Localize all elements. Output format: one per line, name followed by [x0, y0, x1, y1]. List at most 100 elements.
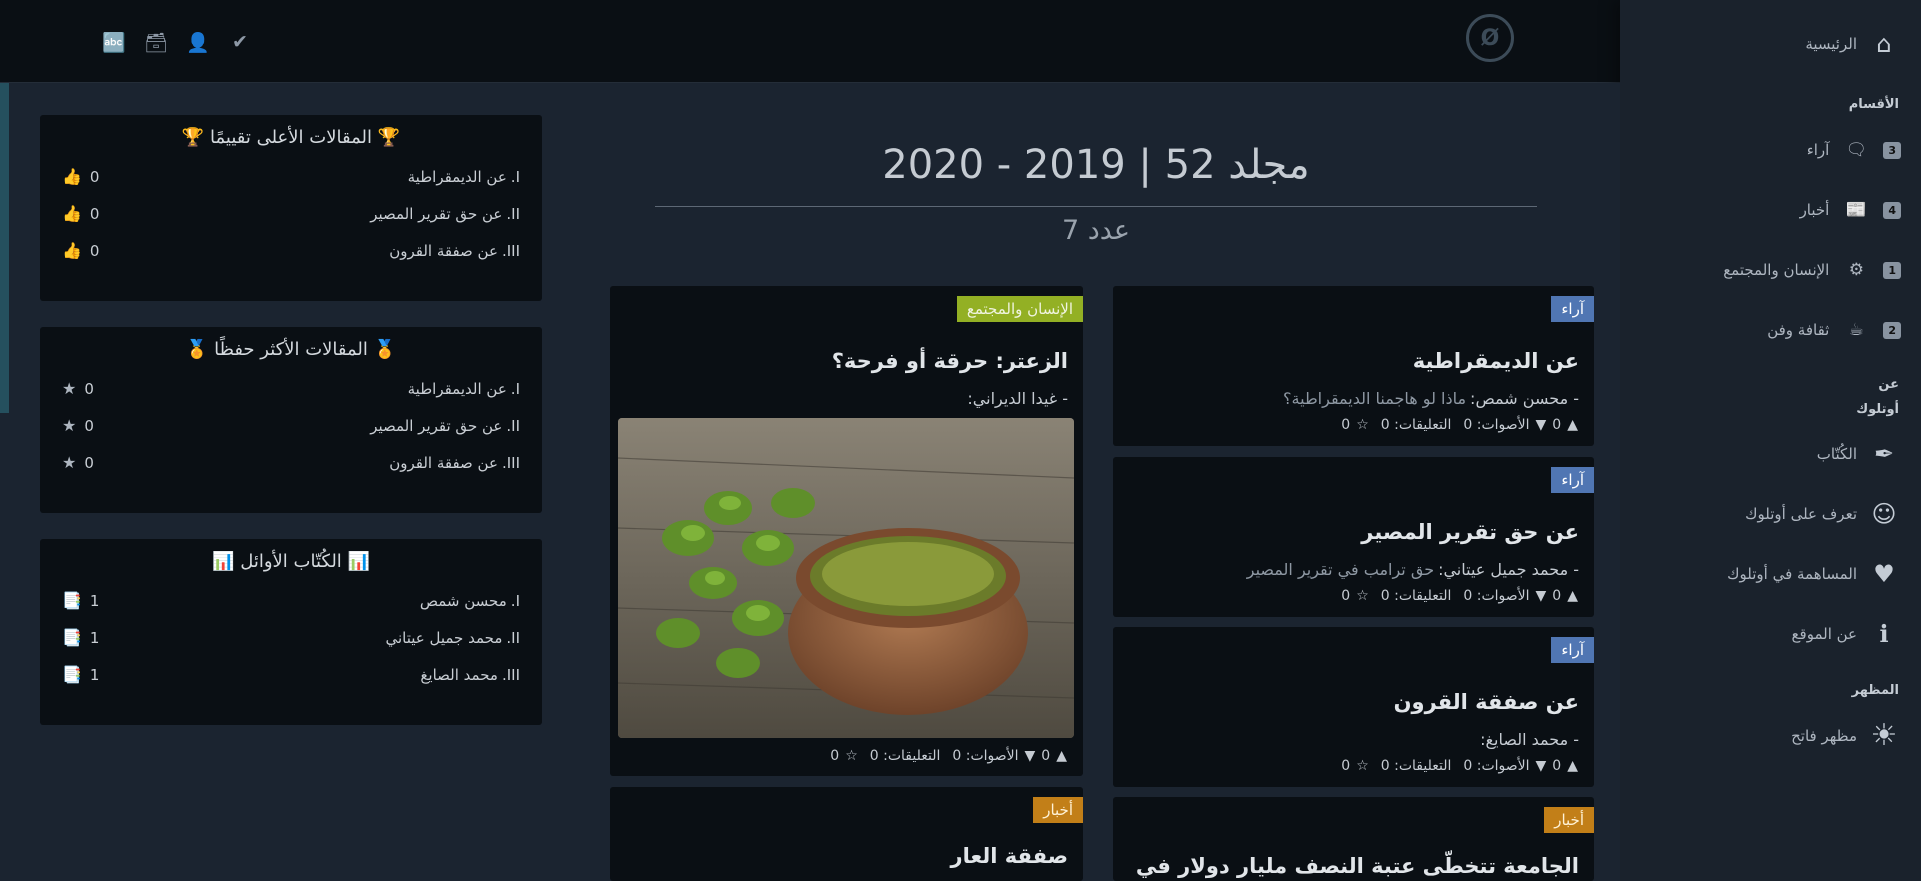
- issue-title: عدد 7: [1061, 215, 1131, 246]
- article-title[interactable]: عن الديمقراطية: [1413, 349, 1579, 373]
- main-content: مجلد 52 | 2019 - 2020 عدد 7 آراء عن الدي…: [572, 83, 1620, 881]
- downvote-icon[interactable]: ▼: [1536, 588, 1547, 604]
- trophy-icon: 🏆: [377, 127, 401, 148]
- article-stats: ▲ 0 ▼ الأصوات: 0 التعليقات: 0 ☆ 0: [1341, 417, 1578, 433]
- upvote-icon[interactable]: ▲: [1567, 758, 1578, 774]
- trophy-icon: 🏆: [181, 127, 205, 148]
- star-icon: ★: [62, 453, 77, 472]
- sidebar-item-writers[interactable]: ✒ الكُتّاب: [1817, 440, 1901, 468]
- sidebar-item-about-site[interactable]: ℹ عن الموقع: [1792, 620, 1901, 648]
- sidebar: ⌂ الرئيسية الأقسام 3 🗨 آراء 4 📰 أخبار 1 …: [1620, 0, 1921, 881]
- divider: [655, 206, 1537, 207]
- chart-icon: 📊: [212, 551, 235, 572]
- list-item[interactable]: I.محسن شمص 📑 1: [62, 582, 520, 619]
- list-item[interactable]: I.عن الديمقراطية ★ 0: [62, 370, 520, 407]
- sidebar-item-label: ثقافة وفن: [1767, 321, 1830, 339]
- star-outline-icon[interactable]: ☆: [845, 748, 858, 764]
- list-item[interactable]: II.عن حق تقرير المصير ★ 0: [62, 407, 520, 444]
- count-badge: 2: [1883, 321, 1901, 339]
- about-header-2: أوتلوك: [1856, 402, 1899, 417]
- star-outline-icon[interactable]: ☆: [1356, 588, 1369, 604]
- user-check-icon[interactable]: ✔: [228, 30, 252, 54]
- list-item[interactable]: I.عن الديمقراطية 👍 0: [62, 158, 520, 195]
- sidebar-item-news[interactable]: 4 📰 أخبار: [1800, 200, 1901, 220]
- sidebar-item-label: آراء: [1806, 141, 1830, 159]
- star-outline-icon[interactable]: ☆: [1356, 758, 1369, 774]
- sidebar-item-society[interactable]: 1 ⚙ الإنسان والمجتمع: [1723, 260, 1901, 280]
- article-title[interactable]: الزعتر: حرقة أو فرحة؟: [832, 349, 1068, 373]
- sidebar-item-opinions[interactable]: 3 🗨 آراء: [1807, 140, 1901, 160]
- articles-icon: 📑: [62, 628, 82, 647]
- widgets-panel: 🏆 المقالات الأعلى تقييمًا 🏆 I.عن الديمقر…: [0, 83, 570, 881]
- medal-icon: 🏅: [373, 339, 397, 360]
- feather-icon: ✒: [1873, 440, 1895, 468]
- list-item[interactable]: III.عن صفقة القرون ★ 0: [62, 444, 520, 481]
- star-icon: ★: [62, 416, 77, 435]
- sun-icon: ☀: [1870, 718, 1898, 753]
- sidebar-item-home[interactable]: ⌂ الرئيسية: [1805, 30, 1901, 58]
- translate-icon[interactable]: 🔤: [102, 30, 126, 54]
- article-title[interactable]: الجامعة تتخطّى عتبة النصف مليار دولار في: [1136, 854, 1579, 878]
- category-tag[interactable]: آراء: [1551, 467, 1594, 493]
- sidebar-item-meet-outlook[interactable]: ☺ تعرف على أوتلوك: [1745, 500, 1901, 528]
- site-logo[interactable]: Ø: [1466, 14, 1514, 62]
- list-item[interactable]: III.محمد الصايغ 📑 1: [62, 656, 520, 693]
- article-stats: ▲ 0 ▼ الأصوات: 0 التعليقات: 0 ☆ 0: [1341, 758, 1578, 774]
- list-item[interactable]: III.عن صفقة القرون 👍 0: [62, 232, 520, 269]
- add-user-icon[interactable]: 👤: [186, 30, 210, 54]
- thumbs-up-icon: 👍: [62, 167, 82, 186]
- article-author: - محمد الصايغ:: [1480, 730, 1579, 749]
- newspaper-icon: 📰: [1845, 200, 1867, 220]
- widget-title: 🏆 المقالات الأعلى تقييمًا 🏆: [181, 127, 401, 148]
- article-card[interactable]: أخبار صفقة العار: [610, 787, 1083, 881]
- article-card[interactable]: آراء عن صفقة القرون - محمد الصايغ: ▲ 0 ▼ …: [1113, 627, 1594, 787]
- theme-toggle[interactable]: ☀ مظهر فاتح: [1791, 718, 1901, 753]
- category-tag[interactable]: آراء: [1551, 637, 1594, 663]
- article-card[interactable]: الإنسان والمجتمع الزعتر: حرقة أو فرحة؟ -…: [610, 286, 1083, 776]
- about-header-1: عن: [1878, 377, 1899, 392]
- thumbs-up-icon: 👍: [62, 204, 82, 223]
- team-icon: ☺: [1871, 500, 1897, 528]
- chat-icon: 🗨: [1845, 140, 1868, 160]
- upvote-icon[interactable]: ▲: [1567, 588, 1578, 604]
- article-author: - محمد جميل عيتاني:حق ترامب في تقرير الم…: [1246, 560, 1579, 579]
- upvote-icon[interactable]: ▲: [1567, 417, 1578, 433]
- downvote-icon[interactable]: ▼: [1536, 417, 1547, 433]
- article-title[interactable]: عن حق تقرير المصير: [1361, 520, 1579, 544]
- category-tag[interactable]: أخبار: [1033, 797, 1083, 823]
- sidebar-item-label: مظهر فاتح: [1791, 726, 1857, 745]
- article-card[interactable]: أخبار الجامعة تتخطّى عتبة النصف مليار دو…: [1113, 797, 1594, 881]
- sidebar-item-label: الإنسان والمجتمع: [1723, 261, 1830, 279]
- medal-icon: 🏅: [185, 339, 209, 360]
- list-item[interactable]: II.عن حق تقرير المصير 👍 0: [62, 195, 520, 232]
- top-writers-widget: 📊 الكُتّاب الأوائل 📊 I.محسن شمص 📑 1 II.محم…: [40, 539, 542, 725]
- sidebar-item-label: الكُتّاب: [1816, 445, 1857, 463]
- articles-icon: 📑: [62, 665, 82, 684]
- category-tag[interactable]: آراء: [1551, 296, 1594, 322]
- list-item[interactable]: II.محمد جميل عيتاني 📑 1: [62, 619, 520, 656]
- article-title[interactable]: عن صفقة القرون: [1394, 690, 1579, 714]
- category-tag[interactable]: أخبار: [1544, 807, 1594, 833]
- network-icon: ⚙: [1848, 260, 1864, 280]
- upvote-icon[interactable]: ▲: [1056, 748, 1067, 764]
- archive-icon[interactable]: 🗃: [144, 30, 168, 54]
- sidebar-item-contribute[interactable]: ♥ المساهمة في أوتلوك: [1727, 560, 1901, 588]
- article-card[interactable]: آراء عن حق تقرير المصير - محمد جميل عيتا…: [1113, 457, 1594, 617]
- hand-heart-icon: ♥: [1873, 560, 1895, 588]
- star-outline-icon[interactable]: ☆: [1356, 417, 1369, 433]
- category-tag[interactable]: الإنسان والمجتمع: [956, 296, 1083, 322]
- chart-icon: 📊: [347, 551, 370, 572]
- home-icon: ⌂: [1876, 30, 1892, 58]
- downvote-icon[interactable]: ▼: [1536, 758, 1547, 774]
- articles-icon: 📑: [62, 591, 82, 610]
- article-image[interactable]: [618, 418, 1074, 738]
- sidebar-item-culture[interactable]: 2 ☕ ثقافة وفن: [1767, 320, 1901, 340]
- article-card[interactable]: آراء عن الديمقراطية - محسن شمص:ماذا لو ه…: [1113, 286, 1594, 446]
- sidebar-item-label: أخبار: [1799, 201, 1830, 219]
- coffee-icon: ☕: [1848, 320, 1864, 340]
- downvote-icon[interactable]: ▼: [1025, 748, 1036, 764]
- scroll-indicator[interactable]: [0, 83, 9, 413]
- oregano-photo: [618, 418, 1074, 738]
- sections-header: الأقسام: [1848, 97, 1899, 112]
- article-title[interactable]: صفقة العار: [951, 844, 1068, 868]
